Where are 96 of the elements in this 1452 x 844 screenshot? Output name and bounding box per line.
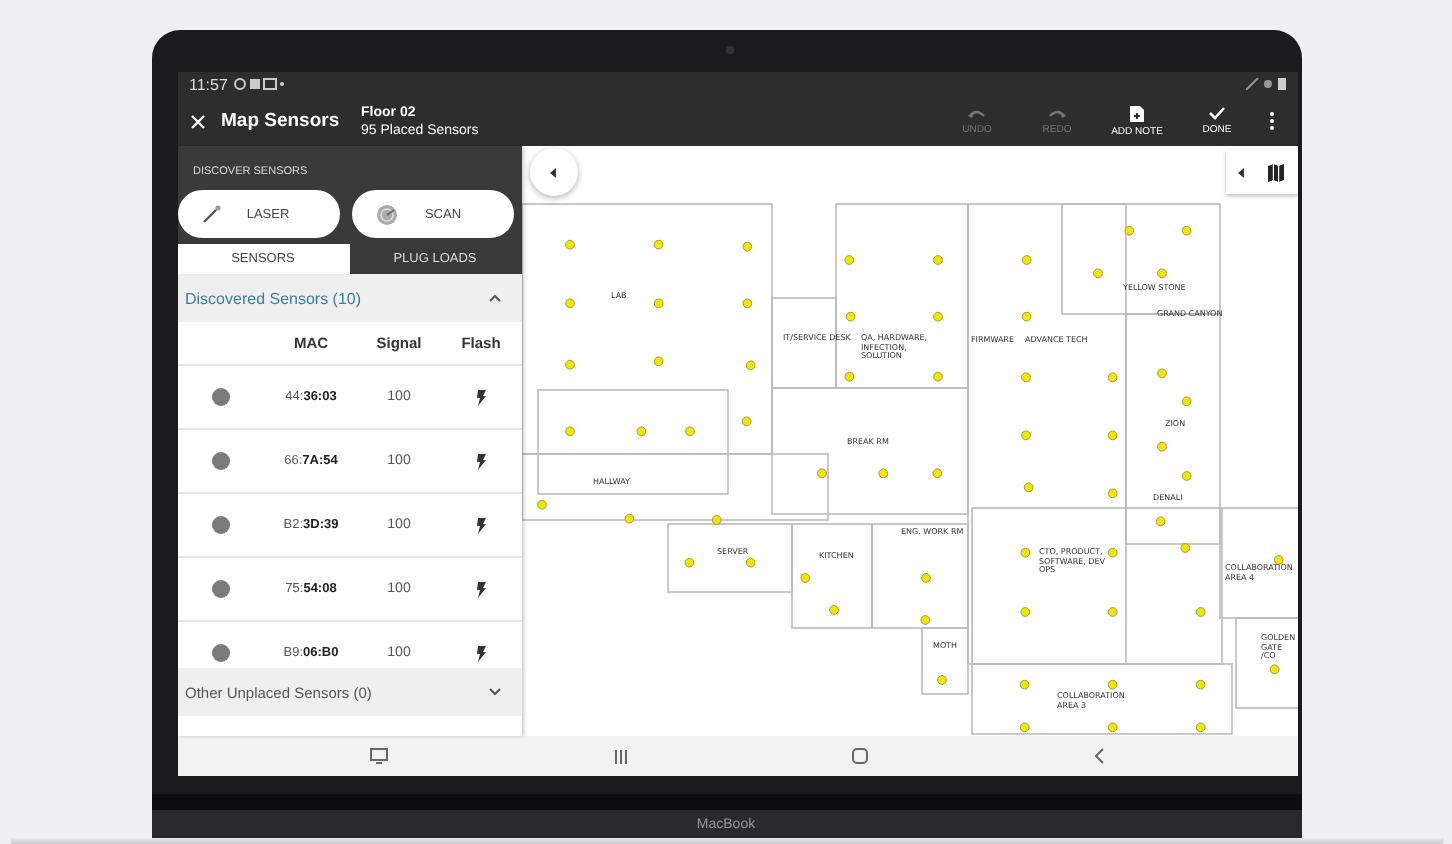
sensor-dot[interactable] [1106,488,1117,499]
caret-icon[interactable] [1237,167,1244,177]
sensor-status-dot [212,388,230,406]
sensor-dot[interactable] [816,468,826,479]
sensor-dot[interactable] [1019,607,1030,617]
sensor-dot[interactable] [564,359,574,370]
sensor-dot[interactable] [1018,722,1029,733]
sensor-dot[interactable] [1106,722,1117,733]
sensor-dot[interactable] [741,298,752,309]
sensor-dot[interactable] [1020,372,1030,383]
sensor-dot[interactable] [1106,607,1117,617]
sensor-dot[interactable] [536,499,546,510]
sensor-dot[interactable] [1106,430,1117,441]
sensor-dot[interactable] [843,255,854,265]
sensor-dot[interactable] [1106,547,1117,558]
sensor-dot[interactable] [652,356,663,367]
radar-icon [375,203,397,225]
sensor-status-dot [212,644,230,662]
sensor-dot[interactable] [1156,368,1166,379]
lightning-icon[interactable] [476,517,486,533]
sensor-dot[interactable] [931,468,942,479]
sensor-dot[interactable] [843,371,854,382]
sensor-dot[interactable] [932,311,942,322]
battery-icon [1245,78,1285,90]
sensor-dot[interactable] [1020,430,1030,441]
sensor-status-dot [212,516,230,534]
sensor-dot[interactable] [877,468,888,479]
sensor-dot[interactable] [1156,441,1166,452]
sensor-dot[interactable] [1123,225,1134,236]
sensor-dot[interactable] [1180,471,1191,481]
screen-title: Map Sensors [221,110,342,132]
sensor-dot[interactable] [1268,664,1279,675]
sensor-dot[interactable] [1272,555,1283,565]
sensor-dot[interactable] [635,426,646,437]
sensor-dot[interactable] [564,298,574,309]
redo-icon [1048,107,1066,119]
sensor-dot[interactable] [1018,679,1029,690]
sensor-dot[interactable] [1194,722,1205,733]
back-icon[interactable] [1094,748,1105,764]
lightning-icon[interactable] [476,389,486,405]
sensor-status-dot [212,452,230,470]
sensor-dot[interactable] [1194,679,1205,690]
home-icon[interactable] [852,748,869,764]
sensor-dot[interactable] [744,360,755,371]
sensor-status-dot [212,580,230,598]
sensor-dot[interactable] [919,615,930,625]
check-icon [1208,106,1226,120]
sensor-dot[interactable] [1194,607,1205,617]
sensor-dot[interactable] [684,426,694,437]
close-icon[interactable] [189,113,205,129]
status-icons [233,78,286,90]
undo-icon [968,107,986,119]
sensor-dot[interactable] [623,513,634,524]
chevron-icon[interactable] [487,688,501,696]
collapse-panel-button[interactable] [529,148,577,196]
lightning-icon[interactable] [476,581,486,597]
caret-icon [550,167,556,177]
sensor-dot[interactable] [1154,516,1165,527]
sensor-dot[interactable] [710,515,721,525]
wand-icon [201,204,221,224]
section-title: Discovered Sensors (10) [185,289,362,307]
sensor-dot[interactable] [1020,311,1031,322]
lightning-icon[interactable] [476,453,486,469]
sensor-dot[interactable] [1156,268,1166,279]
sensor-dot[interactable] [799,573,810,583]
sensor-dot[interactable] [741,241,752,252]
sensor-dot[interactable] [1179,543,1190,553]
sensor-dot[interactable] [652,239,663,250]
sensor-dot[interactable] [936,675,946,685]
sensor-dot[interactable] [683,557,694,568]
note-icon [1130,105,1144,121]
sensor-dot[interactable] [1180,225,1191,236]
sensor-dot[interactable] [744,557,755,568]
sensor-dot[interactable] [652,298,663,309]
sensor-dot[interactable] [564,426,574,437]
status-time: 11:57 [189,75,228,93]
sensor-dot[interactable] [932,255,942,265]
lightning-icon[interactable] [476,645,486,661]
sensor-dot[interactable] [1106,679,1117,690]
recent-apps-icon[interactable] [613,749,628,763]
section-header-bar[interactable]: Discovered Sensors (10) [177,274,521,322]
map-icon[interactable] [1268,163,1285,181]
sensor-dot[interactable] [828,605,838,615]
sensor-dot[interactable] [1092,268,1102,279]
chevron-icon[interactable] [487,294,501,302]
sensor-dot[interactable] [844,311,855,322]
sensor-dot[interactable] [740,416,751,427]
sensor-dot[interactable] [920,573,930,583]
sensor-dot[interactable] [564,239,574,250]
sensor-dot[interactable] [932,371,942,382]
sensor-dot[interactable] [1022,482,1033,493]
sensor-dot[interactable] [1019,547,1030,558]
sensor-dot[interactable] [1106,372,1117,383]
screen-icon[interactable] [369,748,388,764]
sensor-dot[interactable] [1180,396,1191,407]
sensor-dot[interactable] [1020,255,1031,265]
